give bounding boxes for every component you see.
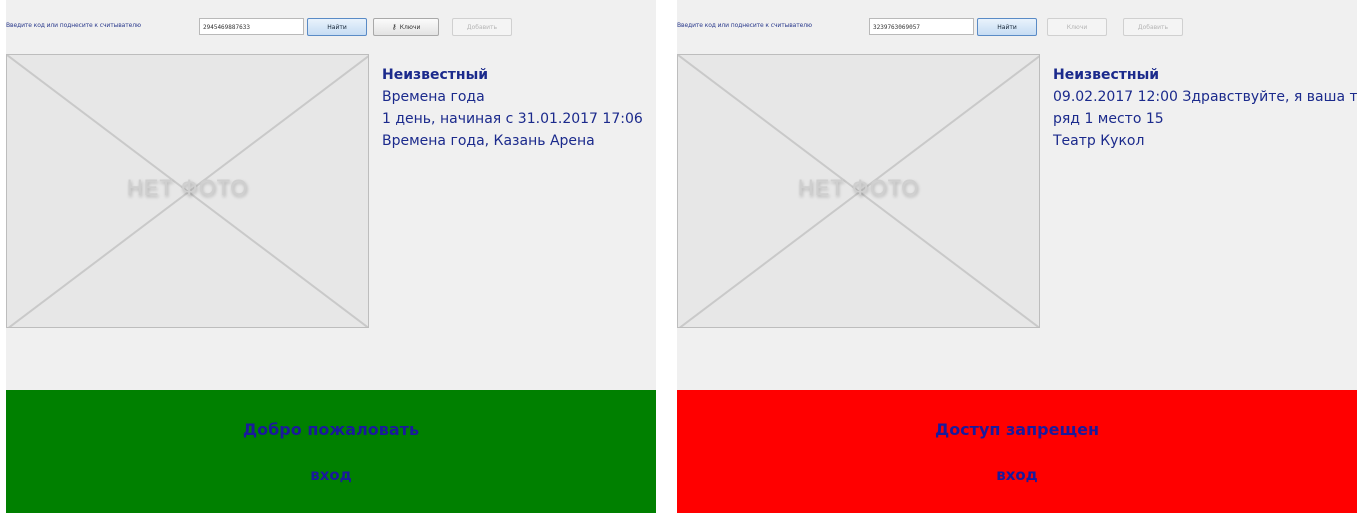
event-venue: Времена года, Казань Арена: [382, 133, 595, 149]
ticket-validity: 1 день, начиная с 31.01.2017 17:06: [382, 111, 643, 127]
keys-button-label: Ключи: [1066, 23, 1088, 31]
entry-direction: вход: [310, 466, 352, 484]
entry-direction: вход: [996, 466, 1038, 484]
add-button[interactable]: Добавить: [452, 18, 512, 36]
visitor-info: Неизвестный Времена года 1 день, начиная…: [382, 64, 643, 152]
visitor-info: Неизвестный 09.02.2017 12:00 Здравствуйт…: [1053, 64, 1357, 152]
find-button[interactable]: Найти: [977, 18, 1037, 36]
access-granted-banner: Добро пожаловать вход: [6, 390, 656, 513]
visitor-name: Неизвестный: [382, 67, 489, 83]
code-input[interactable]: 2945469887633: [199, 18, 304, 35]
no-photo-label: НЕТ ФОТО: [126, 175, 249, 200]
access-panel-right: Введите код или поднесите к считывателю …: [677, 0, 1357, 513]
find-button[interactable]: Найти: [307, 18, 367, 36]
no-photo-label: НЕТ ФОТО: [797, 175, 920, 200]
keys-button[interactable]: ⚷ Ключи: [373, 18, 439, 36]
event-datetime-title: 09.02.2017 12:00 Здравствуйте, я ваша те…: [1053, 89, 1357, 105]
visitor-name: Неизвестный: [1053, 67, 1160, 83]
code-prompt: Введите код или поднесите к считывателю: [677, 22, 812, 29]
code-toolbar: Введите код или поднесите к считывателю …: [677, 15, 1357, 39]
code-prompt: Введите код или поднесите к считывателю: [6, 22, 141, 29]
event-venue: Театр Кукол: [1053, 133, 1145, 149]
key-icon: ⚷: [391, 23, 397, 31]
keys-button[interactable]: Ключи: [1047, 18, 1107, 36]
photo-placeholder: НЕТ ФОТО: [6, 54, 369, 328]
access-message: Добро пожаловать: [242, 420, 420, 439]
photo-placeholder: НЕТ ФОТО: [677, 54, 1040, 328]
seat-info: ряд 1 место 15: [1053, 111, 1164, 127]
code-input[interactable]: 3239763069057: [869, 18, 974, 35]
access-message: Доступ запрещен: [934, 420, 1100, 439]
access-panel-left: Введите код или поднесите к считывателю …: [6, 0, 656, 513]
keys-button-label: Ключи: [399, 23, 421, 31]
add-button[interactable]: Добавить: [1123, 18, 1183, 36]
access-denied-banner: Доступ запрещен вход: [677, 390, 1357, 513]
event-name: Времена года: [382, 89, 485, 105]
code-toolbar: Введите код или поднесите к считывателю …: [6, 15, 656, 39]
